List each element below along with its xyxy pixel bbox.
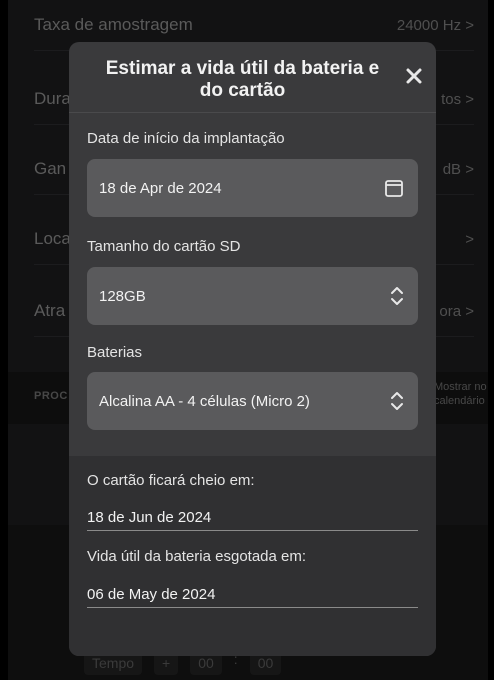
start-date-value: 18 de Apr de 2024 <box>99 179 222 197</box>
start-date-field[interactable]: 18 de Apr de 2024 <box>87 159 418 217</box>
batteries-value: Alcalina AA - 4 células (Micro 2) <box>99 392 310 410</box>
batteries-label: Baterias <box>87 344 143 361</box>
chevron-updown-icon <box>391 392 403 410</box>
calendar-icon <box>385 180 403 197</box>
modal-header: Estimar a vida útil da bateria e do cart… <box>69 42 436 113</box>
sd-card-label: Tamanho do cartão SD <box>87 238 241 255</box>
close-button[interactable] <box>402 64 426 88</box>
card-full-label: O cartão ficará cheio em: <box>87 472 255 489</box>
close-icon <box>406 68 422 84</box>
battery-estimate-modal: Estimar a vida útil da bateria e do cart… <box>69 42 436 656</box>
start-date-label: Data de início da implantação <box>87 130 285 147</box>
card-full-value: 18 de Jun de 2024 <box>87 509 418 531</box>
batteries-select[interactable]: Alcalina AA - 4 células (Micro 2) <box>87 372 418 430</box>
battery-depleted-label: Vida útil da bateria esgotada em: <box>87 548 307 565</box>
modal-title: Estimar a vida útil da bateria e do cart… <box>105 58 380 101</box>
results-section: O cartão ficará cheio em: 18 de Jun de 2… <box>69 456 436 656</box>
battery-depleted-value: 06 de May de 2024 <box>87 586 418 608</box>
sd-card-select[interactable]: 128GB <box>87 267 418 325</box>
sd-card-value: 128GB <box>99 287 146 305</box>
chevron-updown-icon <box>391 287 403 305</box>
